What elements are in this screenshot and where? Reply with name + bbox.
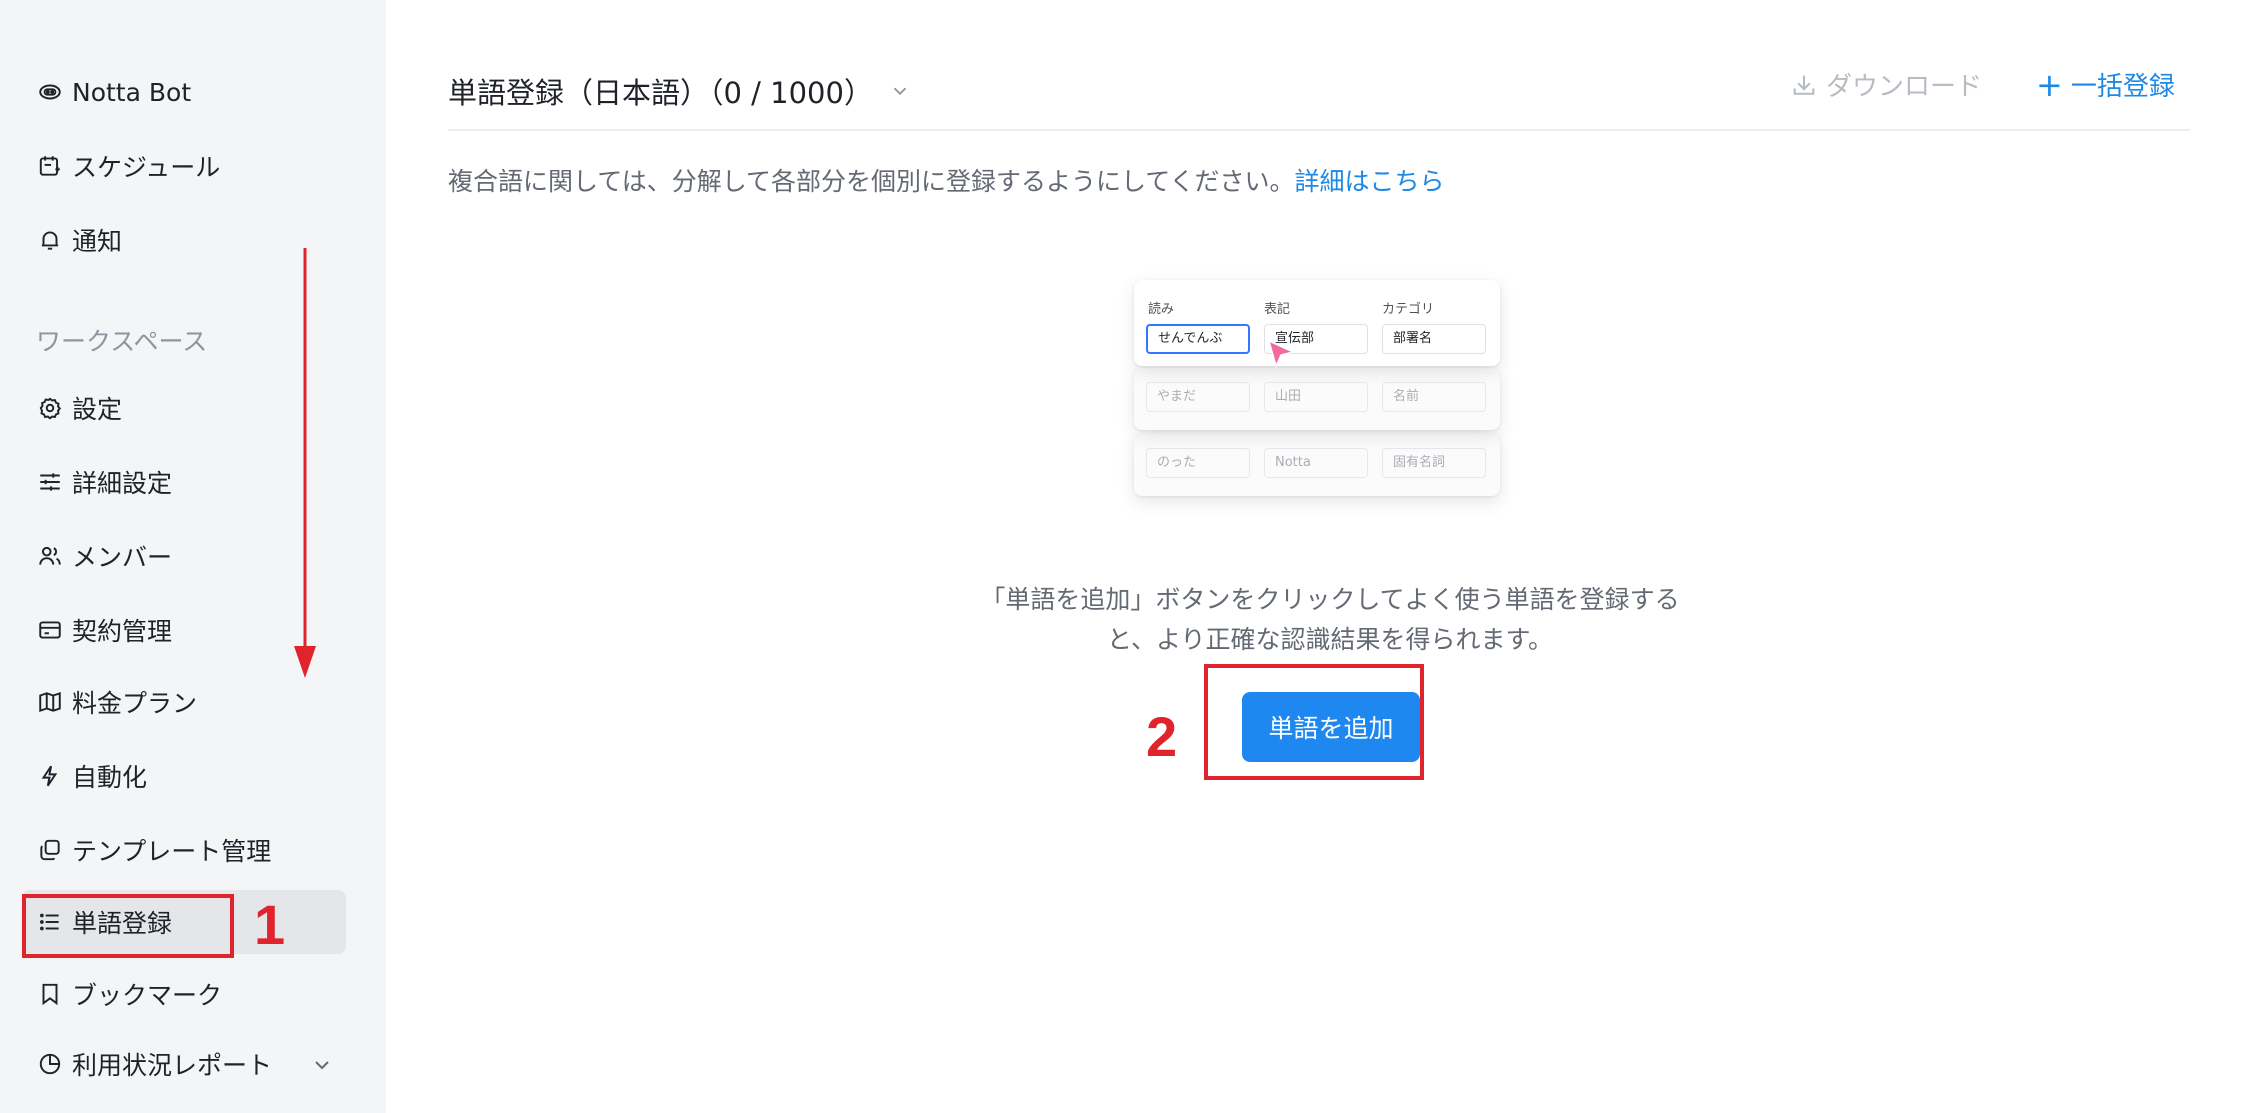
download-button[interactable]: ダウンロード	[1790, 66, 1982, 103]
header-divider	[448, 129, 2190, 131]
template-icon	[36, 836, 64, 864]
illustration-cell: せんでんぶ	[1146, 324, 1250, 354]
chevron-down-icon[interactable]	[889, 80, 911, 102]
annotation-step2-number: 2	[1146, 705, 1178, 768]
sidebar-item-label: スケジュール	[72, 153, 221, 182]
illustration-cell: 名前	[1382, 382, 1486, 412]
pie-chart-icon	[36, 1050, 64, 1078]
annotation-box-step1	[22, 894, 234, 958]
sliders-icon	[36, 468, 64, 496]
page-title[interactable]: 単語登録（日本語）（0 / 1000）	[448, 70, 911, 112]
sidebar-item-bookmarks[interactable]: ブックマーク	[22, 962, 346, 1026]
note-text: 複合語に関しては、分解して各部分を個別に登録するようにしてください。	[448, 167, 1295, 196]
map-icon	[36, 688, 64, 716]
users-icon	[36, 542, 64, 570]
plus-icon: +	[2036, 65, 2063, 104]
add-word-button[interactable]: 単語を追加	[1242, 692, 1420, 762]
sidebar-item-label: 通知	[72, 227, 123, 256]
column-label-category: カテゴリ	[1382, 302, 1435, 317]
column-label-reading: 読み	[1148, 302, 1175, 317]
download-label: ダウンロード	[1826, 72, 1983, 102]
sidebar-item-label: Notta Bot	[72, 77, 192, 107]
sidebar-item-usage-report[interactable]: 利用状況レポート	[22, 1032, 346, 1096]
bulk-register-label: 一括登録	[2070, 72, 2175, 102]
bulk-register-button[interactable]: + 一括登録	[2036, 66, 2175, 103]
download-icon	[1793, 75, 1815, 95]
sidebar-item-label: 設定	[72, 395, 123, 424]
calendar-icon	[36, 152, 64, 180]
vocabulary-illustration: 読み 表記 カテゴリ せんでんぶ 宣伝部 部署名 やまだ 山田 名前 のった N…	[1134, 276, 1500, 502]
sidebar-item-label: ブックマーク	[72, 981, 223, 1010]
column-label-notation: 表記	[1264, 302, 1291, 317]
lightning-icon	[36, 762, 64, 790]
chevron-down-icon[interactable]	[310, 1053, 334, 1077]
sidebar-item-label: メンバー	[72, 543, 173, 572]
sidebar-item-label: 契約管理	[72, 617, 173, 646]
card-icon	[36, 616, 64, 644]
empty-state-hint: 「単語を追加」ボタンをクリックしてよく使う単語を登録する と、より正確な認識結果…	[900, 580, 1760, 660]
bot-icon	[36, 78, 64, 106]
sidebar-item-automation[interactable]: 自動化	[22, 744, 346, 808]
sidebar-item-schedule[interactable]: スケジュール	[22, 134, 346, 198]
annotation-arrow	[294, 248, 316, 678]
bell-icon	[36, 226, 64, 254]
sidebar-item-label: 利用状況レポート	[72, 1051, 273, 1080]
bookmark-icon	[36, 980, 64, 1008]
pointer-cursor-icon	[1267, 339, 1296, 368]
illustration-cell: Notta	[1264, 448, 1368, 478]
section-label-workspace: ワークスペース	[36, 327, 208, 356]
annotation-step1-number: 1	[254, 893, 286, 956]
hint-line1: 「単語を追加」ボタンをクリックしてよく使う単語を登録する	[980, 585, 1680, 614]
page-title-text: 単語登録（日本語）（0 / 1000）	[448, 76, 873, 110]
details-link[interactable]: 詳細はこちら	[1295, 167, 1445, 196]
illustration-cell: 固有名詞	[1382, 448, 1486, 478]
sidebar-item-templates[interactable]: テンプレート管理	[22, 818, 346, 882]
illustration-card: 読み 表記 カテゴリ せんでんぶ 宣伝部 部署名	[1134, 280, 1500, 366]
illustration-card: のった Notta 固有名詞	[1134, 434, 1500, 496]
sidebar-item-label: テンプレート管理	[72, 837, 272, 866]
compound-word-note: 複合語に関しては、分解して各部分を個別に登録するようにしてください。詳細はこちら	[448, 162, 1445, 198]
illustration-card: やまだ 山田 名前	[1134, 368, 1500, 430]
hint-line2: と、より正確な認識結果を得られます。	[1106, 625, 1553, 654]
illustration-cell: やまだ	[1146, 382, 1250, 412]
sidebar-item-label: 自動化	[72, 763, 148, 792]
illustration-cell: のった	[1146, 448, 1250, 478]
sidebar-item-label: 詳細設定	[72, 469, 173, 498]
illustration-cell: 山田	[1264, 382, 1368, 412]
gear-icon	[36, 394, 64, 422]
illustration-cell: 部署名	[1382, 324, 1486, 354]
sidebar-item-notta-bot[interactable]: Notta Bot	[22, 60, 346, 124]
sidebar-item-label: 料金プラン	[72, 689, 198, 718]
